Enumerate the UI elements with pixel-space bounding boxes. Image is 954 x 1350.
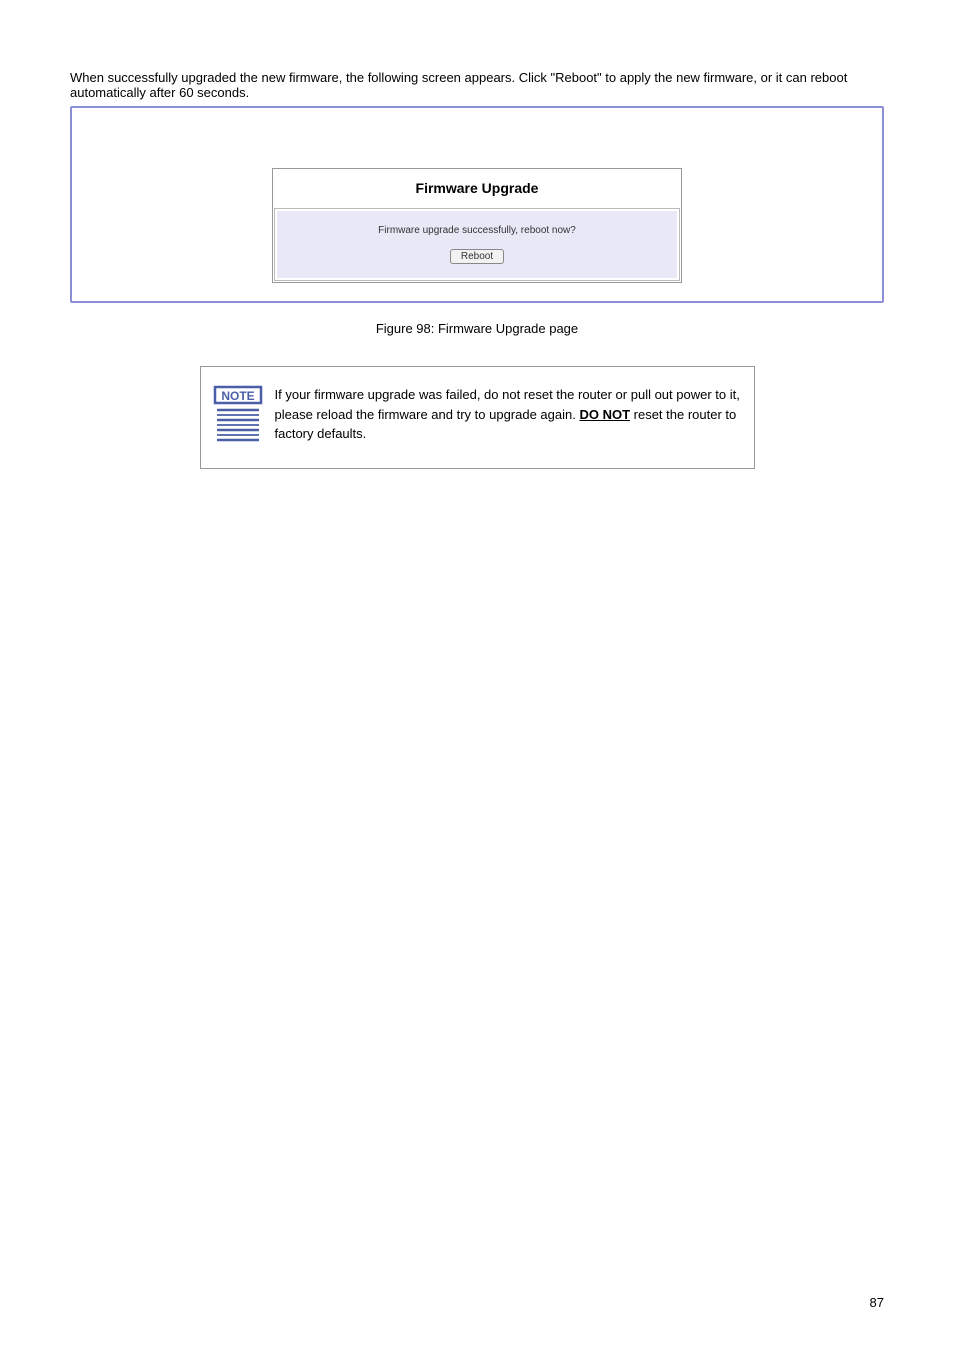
note-icon: NOTE — [213, 385, 263, 445]
svg-text:NOTE: NOTE — [221, 389, 254, 403]
figure-caption: Figure 98: Firmware Upgrade page — [70, 321, 884, 336]
note-part2: DO NOT — [579, 407, 630, 422]
figure-container: Firmware Upgrade Firmware upgrade succes… — [70, 106, 884, 303]
note-text: If your firmware upgrade was failed, do … — [275, 385, 742, 444]
page-number: 87 — [870, 1295, 884, 1310]
dialog-content: Firmware upgrade successfully, reboot no… — [277, 211, 677, 278]
dialog-box: Firmware Upgrade Firmware upgrade succes… — [272, 168, 682, 283]
note-box: NOTE If your firmware upgrade was failed… — [200, 366, 755, 469]
note-icon-wrapper: NOTE — [213, 385, 263, 450]
reboot-button[interactable]: Reboot — [450, 249, 504, 264]
dialog-title: Firmware Upgrade — [416, 180, 539, 196]
dialog-content-wrapper: Firmware upgrade successfully, reboot no… — [274, 208, 680, 281]
dialog-message: Firmware upgrade successfully, reboot no… — [287, 225, 667, 236]
dialog-header: Firmware Upgrade — [274, 170, 680, 208]
intro-text: When successfully upgraded the new firmw… — [70, 70, 884, 100]
